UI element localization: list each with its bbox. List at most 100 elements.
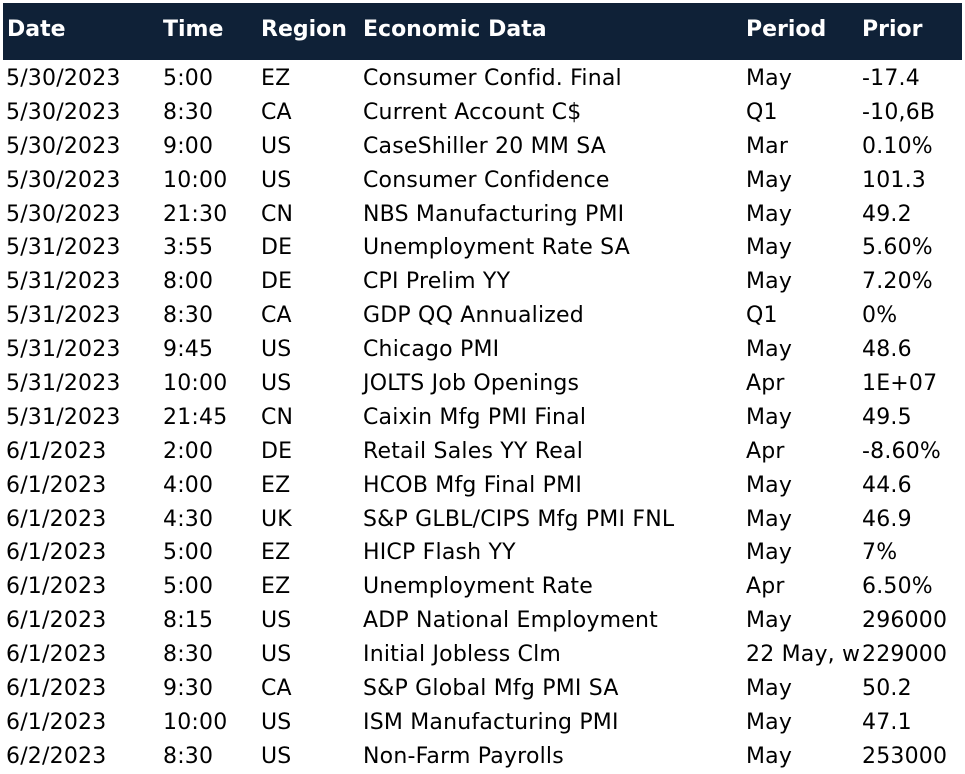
cell-time[interactable]: 8:30 xyxy=(163,303,213,328)
cell-region[interactable]: DE xyxy=(261,235,292,260)
cell-economic-data[interactable]: Initial Jobless Clm xyxy=(363,642,561,667)
cell-prior[interactable]: 44.6 xyxy=(862,473,912,498)
cell-economic-data[interactable]: Chicago PMI xyxy=(363,337,499,362)
cell-economic-data[interactable]: S&P GLBL/CIPS Mfg PMI FNL xyxy=(363,507,674,532)
cell-region[interactable]: EZ xyxy=(261,473,290,498)
cell-economic-data[interactable]: S&P Global Mfg PMI SA xyxy=(363,676,619,701)
cell-date[interactable]: 5/30/2023 xyxy=(6,100,121,125)
cell-prior[interactable]: 253000 xyxy=(862,744,947,769)
cell-date[interactable]: 6/1/2023 xyxy=(6,642,106,667)
cell-prior[interactable]: 296000 xyxy=(862,608,947,633)
cell-time[interactable]: 10:00 xyxy=(163,168,227,193)
cell-time[interactable]: 8:15 xyxy=(163,608,213,633)
cell-period[interactable]: Apr xyxy=(746,371,860,396)
cell-economic-data[interactable]: GDP QQ Annualized xyxy=(363,303,584,328)
cell-region[interactable]: EZ xyxy=(261,574,290,599)
cell-prior[interactable]: 7% xyxy=(862,540,897,565)
cell-prior[interactable]: 49.5 xyxy=(862,405,912,430)
cell-time[interactable]: 9:30 xyxy=(163,676,213,701)
cell-time[interactable]: 9:45 xyxy=(163,337,213,362)
cell-time[interactable]: 4:30 xyxy=(163,507,213,532)
cell-time[interactable]: 9:00 xyxy=(163,134,213,159)
cell-date[interactable]: 6/1/2023 xyxy=(6,439,106,464)
cell-date[interactable]: 6/2/2023 xyxy=(6,744,106,769)
cell-time[interactable]: 8:30 xyxy=(163,100,213,125)
cell-time[interactable]: 21:30 xyxy=(163,202,227,227)
cell-prior[interactable]: 0% xyxy=(862,303,897,328)
cell-date[interactable]: 5/30/2023 xyxy=(6,134,121,159)
cell-prior[interactable]: 229000 xyxy=(862,642,947,667)
cell-region[interactable]: US xyxy=(261,168,291,193)
cell-date[interactable]: 5/30/2023 xyxy=(6,168,121,193)
cell-region[interactable]: CA xyxy=(261,676,292,701)
cell-economic-data[interactable]: Current Account C$ xyxy=(363,100,581,125)
cell-prior[interactable]: 5.60% xyxy=(862,235,933,260)
cell-date[interactable]: 6/1/2023 xyxy=(6,676,106,701)
cell-economic-data[interactable]: ISM Manufacturing PMI xyxy=(363,710,619,735)
cell-economic-data[interactable]: Retail Sales YY Real xyxy=(363,439,583,464)
cell-prior[interactable]: 0.10% xyxy=(862,134,933,159)
cell-date[interactable]: 6/1/2023 xyxy=(6,473,106,498)
cell-date[interactable]: 5/31/2023 xyxy=(6,269,121,294)
cell-time[interactable]: 2:00 xyxy=(163,439,213,464)
cell-prior[interactable]: 46.9 xyxy=(862,507,912,532)
cell-period[interactable]: May xyxy=(746,405,860,430)
cell-region[interactable]: US xyxy=(261,134,291,159)
cell-economic-data[interactable]: Unemployment Rate SA xyxy=(363,235,630,260)
cell-period[interactable]: May xyxy=(746,608,860,633)
cell-time[interactable]: 5:00 xyxy=(163,574,213,599)
cell-economic-data[interactable]: HCOB Mfg Final PMI xyxy=(363,473,582,498)
cell-time[interactable]: 4:00 xyxy=(163,473,213,498)
cell-period[interactable]: May xyxy=(746,269,860,294)
cell-economic-data[interactable]: Consumer Confid. Final xyxy=(363,66,622,91)
cell-region[interactable]: US xyxy=(261,371,291,396)
cell-region[interactable]: US xyxy=(261,710,291,735)
cell-date[interactable]: 5/31/2023 xyxy=(6,337,121,362)
cell-period[interactable]: May xyxy=(746,540,860,565)
cell-prior[interactable]: 47.1 xyxy=(862,710,912,735)
cell-date[interactable]: 6/1/2023 xyxy=(6,507,106,532)
cell-period[interactable]: Apr xyxy=(746,439,860,464)
cell-period[interactable]: May xyxy=(746,66,860,91)
cell-date[interactable]: 5/30/2023 xyxy=(6,66,121,91)
cell-economic-data[interactable]: Non-Farm Payrolls xyxy=(363,744,564,769)
cell-economic-data[interactable]: Unemployment Rate xyxy=(363,574,593,599)
cell-date[interactable]: 6/1/2023 xyxy=(6,540,106,565)
cell-prior[interactable]: 6.50% xyxy=(862,574,933,599)
cell-prior[interactable]: 7.20% xyxy=(862,269,933,294)
cell-prior[interactable]: 50.2 xyxy=(862,676,912,701)
cell-period[interactable]: Mar xyxy=(746,134,860,159)
cell-period[interactable]: May xyxy=(746,744,860,769)
cell-period[interactable]: May xyxy=(746,473,860,498)
cell-prior[interactable]: 49.2 xyxy=(862,202,912,227)
header-prior[interactable]: Prior xyxy=(862,17,922,42)
cell-prior[interactable]: 101.3 xyxy=(862,168,926,193)
cell-date[interactable]: 6/1/2023 xyxy=(6,608,106,633)
cell-period[interactable]: Apr xyxy=(746,574,860,599)
cell-region[interactable]: EZ xyxy=(261,540,290,565)
cell-prior[interactable]: -17.4 xyxy=(862,66,920,91)
cell-time[interactable]: 10:00 xyxy=(163,710,227,735)
header-region[interactable]: Region xyxy=(261,17,347,42)
cell-region[interactable]: CA xyxy=(261,100,292,125)
cell-economic-data[interactable]: JOLTS Job Openings xyxy=(363,371,579,396)
cell-prior[interactable]: 48.6 xyxy=(862,337,912,362)
cell-period[interactable]: May xyxy=(746,507,860,532)
header-period[interactable]: Period xyxy=(746,17,826,42)
cell-date[interactable]: 5/31/2023 xyxy=(6,235,121,260)
cell-period[interactable]: Q1 xyxy=(746,100,860,125)
cell-economic-data[interactable]: NBS Manufacturing PMI xyxy=(363,202,624,227)
cell-economic-data[interactable]: CaseShiller 20 MM SA xyxy=(363,134,606,159)
cell-region[interactable]: US xyxy=(261,642,291,667)
cell-date[interactable]: 5/31/2023 xyxy=(6,371,121,396)
cell-date[interactable]: 5/31/2023 xyxy=(6,405,121,430)
cell-time[interactable]: 3:55 xyxy=(163,235,213,260)
cell-time[interactable]: 8:30 xyxy=(163,642,213,667)
cell-region[interactable]: CN xyxy=(261,202,293,227)
cell-period[interactable]: Q1 xyxy=(746,303,860,328)
cell-time[interactable]: 8:00 xyxy=(163,269,213,294)
cell-economic-data[interactable]: Consumer Confidence xyxy=(363,168,610,193)
header-date[interactable]: Date xyxy=(7,17,66,42)
cell-economic-data[interactable]: CPI Prelim YY xyxy=(363,269,510,294)
cell-region[interactable]: CN xyxy=(261,405,293,430)
